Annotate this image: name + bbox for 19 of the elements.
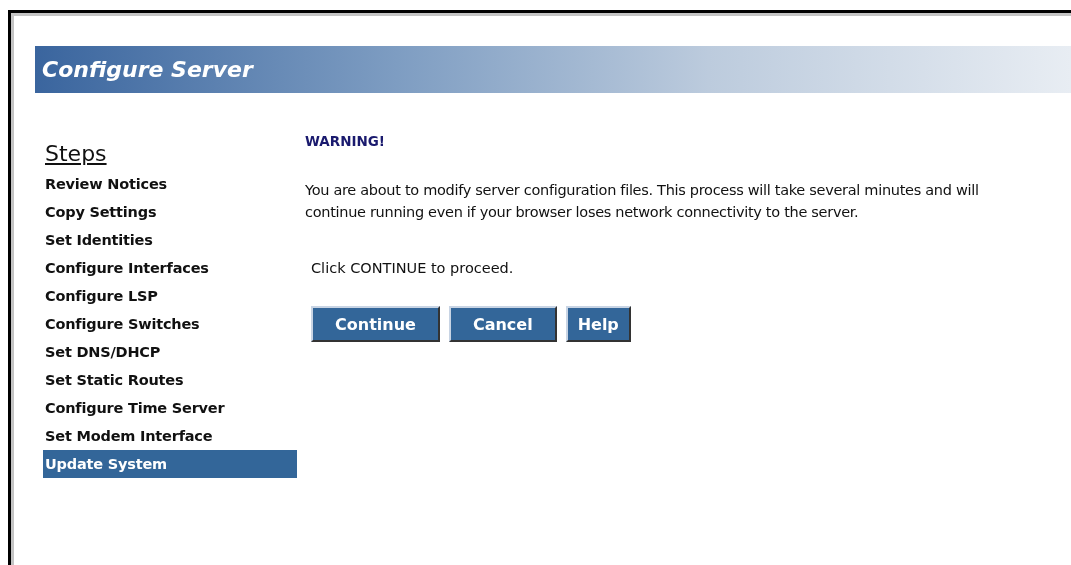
step-item[interactable]: Configure Interfaces [43, 254, 297, 282]
action-button[interactable]: Help [565, 306, 631, 342]
step-item[interactable]: Configure Switches [43, 310, 297, 338]
step-item[interactable]: Set Static Routes [43, 366, 297, 394]
step-item[interactable]: Review Notices [43, 170, 297, 198]
steps-heading: Steps [45, 141, 107, 166]
step-item[interactable]: Set Identities [43, 226, 297, 254]
page-title: Configure Server [42, 57, 253, 82]
warning-title: WARNING! [305, 133, 385, 149]
instruction-text: Click CONTINUE to proceed. [311, 260, 514, 276]
step-item[interactable]: Set DNS/DHCP [43, 338, 297, 366]
action-button[interactable]: Continue [311, 306, 440, 342]
step-item[interactable]: Configure Time Server [43, 394, 297, 422]
step-item[interactable]: Copy Settings [43, 198, 297, 226]
action-button[interactable]: Cancel [448, 306, 557, 342]
warning-message: You are about to modify server configuration files. This process will take several minutes and will continue running even if your browser loses network connectivity to the server. [305, 181, 980, 222]
step-item[interactable]: Update System [43, 450, 297, 478]
step-item[interactable]: Configure LSP [43, 282, 297, 310]
step-item[interactable]: Set Modem Interface [43, 422, 297, 450]
